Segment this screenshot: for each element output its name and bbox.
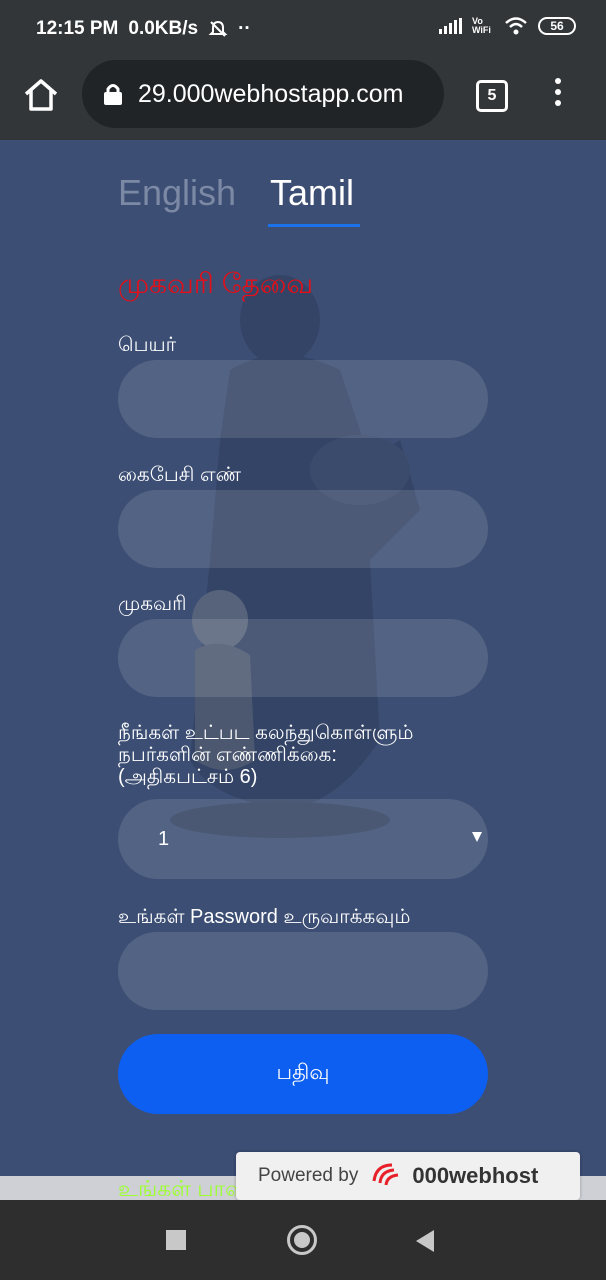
wifi-icon: [505, 17, 527, 35]
address-bar[interactable]: 29.000webhostapp.com: [82, 60, 444, 128]
system-navigation-bar: [0, 1200, 606, 1280]
signal-icon: [439, 18, 462, 34]
phone-label: கைபேசி எண்: [118, 464, 242, 486]
home-icon[interactable]: [22, 76, 60, 114]
password-input[interactable]: [118, 932, 488, 1010]
more-notifications-dots: ··: [238, 18, 251, 39]
status-bar: 12:15 PM 0.0KB/s ·· Vo WiFi 56: [0, 0, 606, 58]
attendee-count-value: 1: [158, 828, 170, 850]
address-input[interactable]: [118, 619, 488, 697]
active-tab-indicator: [268, 224, 360, 227]
attendee-count-select[interactable]: 1: [118, 799, 488, 879]
network-speed: 0.0KB/s: [128, 18, 199, 39]
powered-by-badge[interactable]: Powered by 000webhost: [236, 1152, 580, 1200]
form-heading: முகவரி தேவை: [118, 268, 314, 299]
url-text: 29.000webhostapp.com: [138, 79, 404, 108]
tab-switcher-button[interactable]: 5: [476, 80, 508, 112]
attendee-count-label-line1: நீங்கள் உட்பட கலந்துகொள்ளும்: [118, 722, 414, 744]
attendee-count-label-line3: (அதிகபட்சம் 6): [118, 766, 258, 788]
recent-apps-icon[interactable]: [166, 1230, 186, 1250]
register-button[interactable]: பதிவு: [118, 1034, 488, 1114]
name-input[interactable]: [118, 360, 488, 438]
tab-tamil[interactable]: Tamil: [270, 172, 354, 214]
chevron-down-icon: [472, 832, 482, 842]
webhost-logo-icon: [372, 1163, 399, 1186]
more-menu-icon[interactable]: [550, 78, 566, 114]
attendee-count-label: நீங்கள் உட்பட கலந்துகொள்ளும் நபர்களின் எ…: [118, 722, 413, 788]
phone-input[interactable]: [118, 490, 488, 568]
battery-icon: 56: [538, 17, 576, 35]
password-label: உங்கள் Password உருவாக்கவும்: [118, 906, 411, 928]
back-icon[interactable]: [416, 1230, 434, 1252]
attendee-count-label-line2: நபர்களின் எண்ணிக்கை:: [118, 744, 337, 766]
home-nav-icon[interactable]: [287, 1225, 317, 1255]
status-time: 12:15 PM: [36, 18, 119, 39]
powered-by-label: Powered by: [258, 1165, 359, 1186]
address-label: முகவரி: [118, 593, 187, 615]
lock-icon: [104, 84, 122, 105]
name-label: பெயர்: [118, 334, 177, 356]
mute-icon: [208, 20, 228, 37]
browser-toolbar: 29.000webhostapp.com 5: [0, 58, 606, 140]
brand-name: 000webhost: [412, 1163, 539, 1188]
volte-label: Vo WiFi: [472, 16, 491, 35]
page-content: English Tamil முகவரி தேவை பெயர் கைபேசி எ…: [0, 140, 606, 1200]
tab-english[interactable]: English: [118, 172, 236, 214]
